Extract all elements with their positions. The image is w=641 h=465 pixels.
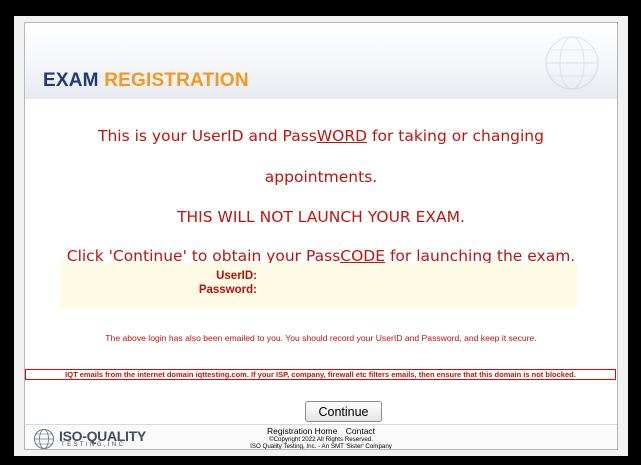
- exam-launch-warning: THIS WILL NOT LAUNCH YOUR EXAM.: [177, 208, 465, 226]
- password-label: Password:: [198, 284, 257, 296]
- info-line-1-underlined: WORD: [316, 127, 368, 145]
- title-word-exam: EXAM: [43, 70, 99, 91]
- page-header: EXAM REGISTRATION: [25, 23, 617, 99]
- contact-link[interactable]: Contact: [346, 426, 375, 436]
- registration-page: EXAM REGISTRATION This is your UserID an…: [24, 22, 618, 450]
- info-line-1-suffix: for taking or changing: [367, 127, 544, 145]
- info-line-2: appointments.: [264, 168, 378, 186]
- info-line-1: This is your UserID and PassWORD for tak…: [25, 127, 617, 145]
- copyright-text: ©Copyright 2022 All Rights Reserved.: [269, 436, 373, 443]
- footer-links: Registration Home Contact: [25, 426, 617, 436]
- globe-watermark-icon: [545, 36, 599, 90]
- domain-warning: IQT emails from the internet domain iqtt…: [25, 369, 616, 380]
- info-line-1-prefix: This is your UserID and Pass: [98, 127, 317, 145]
- credentials-box: UserID: Password:: [60, 263, 577, 308]
- email-notice: The above login has also been emailed to…: [105, 333, 537, 343]
- title-word-registration: REGISTRATION: [104, 70, 249, 91]
- continue-button[interactable]: Continue: [305, 401, 382, 422]
- company-text: ISO Quality Testing, Inc. - An SMT 'Sist…: [250, 443, 392, 450]
- browser-frame: EXAM REGISTRATION This is your UserID an…: [14, 16, 628, 456]
- page-footer: ISO-QUALITY TESTING,INC Registration Hom…: [25, 424, 617, 450]
- page-title: EXAM REGISTRATION: [43, 70, 249, 92]
- registration-home-link[interactable]: Registration Home: [267, 426, 337, 436]
- userid-label: UserID:: [216, 270, 257, 282]
